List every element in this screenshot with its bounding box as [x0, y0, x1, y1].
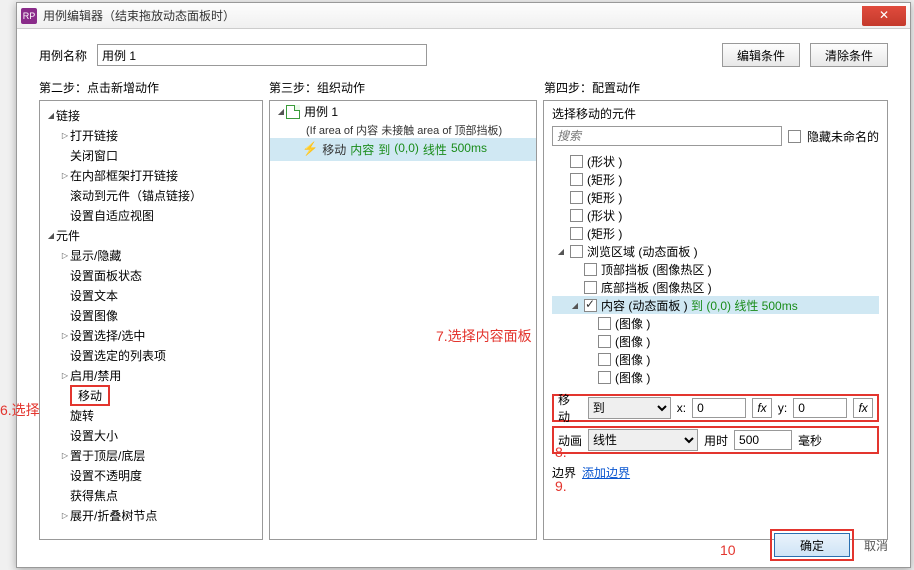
organize-panel: 用例 1 (If area of 内容 未接触 area of 顶部挡板) ⚡ …	[269, 100, 537, 540]
edit-condition-button[interactable]: 编辑条件	[722, 43, 800, 67]
window-title: 用例编辑器（结束拖放动态面板时）	[43, 7, 862, 24]
group-elements[interactable]: 元件	[42, 225, 260, 245]
case-editor-window: RP 用例编辑器（结束拖放动态面板时） ✕ 用例名称 编辑条件 清除条件 第二步…	[16, 2, 911, 568]
titlebar: RP 用例编辑器（结束拖放动态面板时） ✕	[17, 3, 910, 29]
action-set-select[interactable]: 设置选择/选中	[42, 325, 260, 345]
action-open-link[interactable]: 打开链接	[42, 125, 260, 145]
action-set-size[interactable]: 设置大小	[42, 425, 260, 445]
ok-button[interactable]: 确定	[774, 533, 850, 557]
el-browse-area[interactable]: 浏览区域 (动态面板 )	[552, 242, 879, 260]
action-rotate[interactable]: 旋转	[42, 405, 260, 425]
duration-label: 用时	[704, 432, 728, 449]
x-label: x:	[677, 401, 686, 415]
action-set-opacity[interactable]: 设置不透明度	[42, 465, 260, 485]
anim-mode-select[interactable]: 线性	[588, 429, 698, 451]
el-rect2[interactable]: (矩形 )	[552, 188, 879, 206]
page-icon	[286, 105, 300, 119]
case-name-label: 用例名称	[39, 47, 87, 64]
action-set-text[interactable]: 设置文本	[42, 285, 260, 305]
step4-label: 第四步：配置动作	[544, 79, 888, 96]
actions-panel: 链接 打开链接 关闭窗口 在内部框架打开链接 滚动到元件（锚点链接） 设置自适应…	[39, 100, 263, 540]
el-image1[interactable]: (图像 )	[552, 314, 879, 332]
cancel-button[interactable]: 取消	[864, 537, 888, 554]
action-expand-tree[interactable]: 展开/折叠树节点	[42, 505, 260, 525]
configure-panel: 选择移动的元件 隐藏未命名的 (形状 ) (矩形 ) (矩形 ) (形状 ) (…	[543, 100, 888, 540]
step3-label: 第三步：组织动作	[269, 79, 544, 96]
clear-condition-button[interactable]: 清除条件	[810, 43, 888, 67]
action-row-move[interactable]: ⚡ 移动 内容 到 (0,0) 线性 500ms	[270, 138, 536, 161]
steps-header: 第二步：点击新增动作 第三步：组织动作 第四步：配置动作	[17, 79, 910, 100]
y-input[interactable]	[793, 398, 847, 418]
el-top-block[interactable]: 顶部挡板 (图像热区 )	[552, 260, 879, 278]
search-input[interactable]	[552, 126, 782, 146]
y-label: y:	[778, 401, 787, 415]
duration-unit: 毫秒	[798, 432, 822, 449]
action-scroll-to[interactable]: 滚动到元件（锚点链接）	[42, 185, 260, 205]
close-button[interactable]: ✕	[862, 6, 906, 26]
bounds-row: 边界 添加边界	[552, 458, 879, 486]
el-image2[interactable]: (图像 )	[552, 332, 879, 350]
action-open-inline[interactable]: 在内部框架打开链接	[42, 165, 260, 185]
x-fx-button[interactable]: fx	[752, 398, 772, 418]
move-label: 移动	[558, 391, 582, 425]
action-move[interactable]: 移动	[42, 385, 260, 405]
action-enable-disable[interactable]: 启用/禁用	[42, 365, 260, 385]
move-mode-select[interactable]: 到	[588, 397, 671, 419]
action-close-window[interactable]: 关闭窗口	[42, 145, 260, 165]
duration-input[interactable]	[734, 430, 792, 450]
action-show-hide[interactable]: 显示/隐藏	[42, 245, 260, 265]
hide-unnamed-checkbox[interactable]	[788, 130, 801, 143]
bolt-icon: ⚡	[302, 141, 318, 158]
action-bring-order[interactable]: 置于顶层/底层	[42, 445, 260, 465]
action-focus[interactable]: 获得焦点	[42, 485, 260, 505]
el-image4[interactable]: (图像 )	[552, 368, 879, 386]
action-set-image[interactable]: 设置图像	[42, 305, 260, 325]
hide-unnamed-label: 隐藏未命名的	[807, 128, 879, 145]
case-name-input[interactable]	[97, 44, 427, 66]
move-config-row: 移动 到 x: fx y: fx	[552, 394, 879, 422]
el-shape1[interactable]: (形状 )	[552, 152, 879, 170]
configure-title: 选择移动的元件	[544, 101, 887, 124]
case-name-row: 用例名称 编辑条件 清除条件	[17, 29, 910, 79]
action-set-adaptive[interactable]: 设置自适应视图	[42, 205, 260, 225]
anim-label: 动画	[558, 432, 582, 449]
add-bounds-link[interactable]: 添加边界	[582, 464, 630, 481]
action-set-list[interactable]: 设置选定的列表项	[42, 345, 260, 365]
el-shape2[interactable]: (形状 )	[552, 206, 879, 224]
app-icon: RP	[21, 8, 37, 24]
y-fx-button[interactable]: fx	[853, 398, 873, 418]
step2-label: 第二步：点击新增动作	[39, 79, 269, 96]
case-row[interactable]: 用例 1	[270, 101, 536, 122]
bounds-label: 边界	[552, 464, 576, 481]
group-links[interactable]: 链接	[42, 105, 260, 125]
el-rect1[interactable]: (矩形 )	[552, 170, 879, 188]
case-condition-text: (If area of 内容 未接触 area of 顶部挡板)	[270, 122, 536, 138]
el-image3[interactable]: (图像 )	[552, 350, 879, 368]
el-bot-block[interactable]: 底部挡板 (图像热区 )	[552, 278, 879, 296]
action-panel-state[interactable]: 设置面板状态	[42, 265, 260, 285]
x-input[interactable]	[692, 398, 746, 418]
anim-config-row: 动画 线性 用时 毫秒	[552, 426, 879, 454]
el-rect3[interactable]: (矩形 )	[552, 224, 879, 242]
el-content-panel[interactable]: 内容 (动态面板 ) 到 (0,0) 线性 500ms	[552, 296, 879, 314]
